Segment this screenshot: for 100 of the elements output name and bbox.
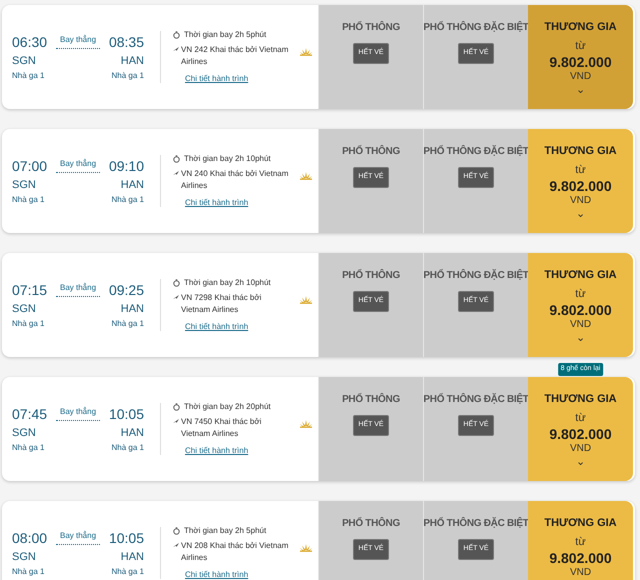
- operator-text: Airlines: [181, 180, 208, 192]
- destination-code: HAN: [120, 302, 144, 318]
- cabin-name: THƯƠNG GIA: [544, 392, 617, 407]
- from-label: từ: [575, 534, 586, 550]
- departure-time: 06:30: [12, 33, 48, 52]
- route-type: Bay thẳng: [56, 34, 100, 50]
- expand-chevron-icon[interactable]: ⌄: [576, 85, 585, 95]
- flight-duration: Thời gian bay 2h 10phút: [184, 277, 271, 289]
- origin-code: SGN: [12, 550, 36, 566]
- origin-terminal: Nhà ga 1: [12, 442, 44, 454]
- flight-duration: Thời gian bay 2h 20phút: [184, 401, 271, 413]
- departure-time: 08:00: [12, 529, 48, 548]
- cabin-name: THƯƠNG GIA: [544, 144, 617, 159]
- operator-text: VN 208 Khai thác bởi Vietnam: [181, 540, 288, 552]
- itinerary-details-link[interactable]: Chi tiết hành trình: [185, 321, 313, 333]
- fare-column[interactable]: THƯƠNG GIA từ 9.802.000 VND ⌄: [528, 253, 633, 357]
- origin-code: SGN: [12, 426, 36, 442]
- destination-code: HAN: [120, 178, 144, 194]
- cabin-name: THƯƠNG GIA: [544, 516, 617, 531]
- stopwatch-icon: [173, 31, 180, 39]
- flight-duration: Thời gian bay 2h 5phút: [184, 29, 266, 41]
- operator-text: Airlines: [181, 56, 208, 68]
- fare-column[interactable]: THƯƠNG GIA từ 9.802.000 VND ⌄: [528, 129, 633, 233]
- lotus-logo-icon: [299, 543, 313, 552]
- arrival-time: 10:05: [108, 529, 144, 548]
- operator-text: Vietnam Airlines: [181, 428, 240, 440]
- price: 9.802.000: [549, 178, 612, 194]
- origin-terminal: Nhà ga 1: [12, 566, 44, 578]
- cabin-name: PHỔ THÔNG ĐẶC BIỆT: [423, 516, 529, 531]
- price: 9.802.000: [549, 302, 612, 318]
- lotus-logo-icon: [299, 295, 313, 304]
- flight-duration: Thời gian bay 2h 10phút: [184, 153, 271, 165]
- stopwatch-icon: [173, 155, 180, 163]
- fare-column[interactable]: THƯƠNG GIA từ 9.802.000 VND: [528, 501, 633, 580]
- expand-chevron-icon[interactable]: ⌄: [576, 209, 585, 219]
- origin-code: SGN: [12, 178, 36, 194]
- itinerary-details-link[interactable]: Chi tiết hành trình: [185, 445, 313, 457]
- price: 9.802.000: [549, 426, 612, 442]
- from-label: từ: [575, 410, 586, 426]
- currency: VND: [570, 442, 592, 455]
- operator-text: VN 242 Khai thác bởi Vietnam: [181, 44, 288, 56]
- lotus-logo-icon: [299, 171, 313, 180]
- price: 9.802.000: [549, 54, 612, 70]
- operator-text: Airlines: [181, 552, 208, 564]
- operator-text: VN 7298 Khai thác bởi: [181, 292, 262, 304]
- destination-code: HAN: [120, 426, 144, 442]
- itinerary-details-link[interactable]: Chi tiết hành trình: [185, 569, 313, 580]
- origin-code: SGN: [12, 302, 36, 318]
- plane-icon: [173, 295, 179, 300]
- origin-terminal: Nhà ga 1: [12, 194, 44, 206]
- destination-terminal: Nhà ga 1: [112, 70, 144, 82]
- lotus-logo-icon: [299, 47, 313, 56]
- operator-text: VN 240 Khai thác bởi Vietnam: [181, 168, 288, 180]
- fare-column[interactable]: THƯƠNG GIA từ 9.802.000 VND ⌄: [528, 5, 633, 109]
- cabin-name: PHỔ THÔNG: [342, 392, 400, 407]
- departure-time: 07:00: [12, 157, 48, 176]
- cabin-name: THƯƠNG GIA: [544, 20, 617, 35]
- origin-code: SGN: [12, 54, 36, 70]
- cabin-name: PHỔ THÔNG: [342, 20, 400, 35]
- itinerary-details-link[interactable]: Chi tiết hành trình: [185, 73, 313, 85]
- stopwatch-icon: [173, 527, 180, 535]
- plane-icon: [173, 171, 179, 176]
- currency: VND: [570, 194, 592, 207]
- route-type: Bay thẳng: [56, 282, 100, 298]
- departure-time: 07:15: [12, 281, 48, 300]
- expand-chevron-icon[interactable]: ⌄: [576, 457, 585, 467]
- cabin-name: PHỔ THÔNG ĐẶC BIỆT: [423, 20, 529, 35]
- arrival-time: 10:05: [108, 405, 144, 424]
- arrival-time: 09:10: [108, 157, 144, 176]
- cabin-name: PHỔ THÔNG ĐẶC BIỆT: [423, 144, 529, 159]
- destination-terminal: Nhà ga 1: [112, 318, 144, 330]
- cabin-name: PHỔ THÔNG ĐẶC BIỆT: [423, 392, 529, 407]
- flight-duration: Thời gian bay 2h 5phút: [184, 525, 266, 537]
- cabin-name: PHỔ THÔNG ĐẶC BIỆT: [423, 268, 529, 283]
- destination-terminal: Nhà ga 1: [112, 442, 144, 454]
- origin-terminal: Nhà ga 1: [12, 318, 44, 330]
- destination-code: HAN: [120, 550, 144, 566]
- itinerary-details-link[interactable]: Chi tiết hành trình: [185, 197, 313, 209]
- plane-icon: [173, 47, 179, 52]
- destination-terminal: Nhà ga 1: [112, 566, 144, 578]
- route-type: Bay thẳng: [56, 158, 100, 174]
- cabin-name: PHỔ THÔNG: [342, 268, 400, 283]
- lotus-logo-icon: [299, 419, 313, 428]
- operator-text: Vietnam Airlines: [181, 304, 240, 316]
- departure-time: 07:45: [12, 405, 48, 424]
- expand-chevron-icon[interactable]: ⌄: [576, 333, 585, 343]
- from-label: từ: [575, 286, 586, 302]
- from-label: từ: [575, 162, 586, 178]
- stopwatch-icon: [173, 279, 180, 287]
- destination-code: HAN: [120, 54, 144, 70]
- operator-text: VN 7450 Khai thác bởi: [181, 416, 262, 428]
- currency: VND: [570, 318, 592, 331]
- stopwatch-icon: [173, 403, 180, 411]
- cabin-name: THƯƠNG GIA: [544, 268, 617, 283]
- origin-terminal: Nhà ga 1: [12, 70, 44, 82]
- from-label: từ: [575, 38, 586, 54]
- destination-terminal: Nhà ga 1: [112, 194, 144, 206]
- cabin-name: PHỔ THÔNG: [342, 516, 400, 531]
- price: 9.802.000: [549, 550, 612, 566]
- cabin-name: PHỔ THÔNG: [342, 144, 400, 159]
